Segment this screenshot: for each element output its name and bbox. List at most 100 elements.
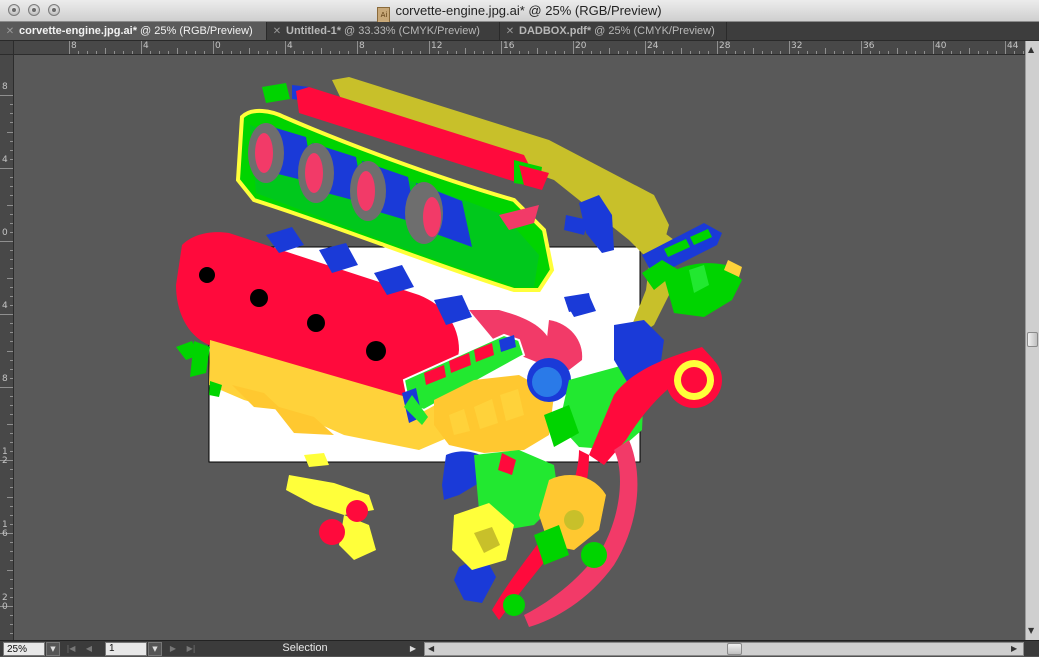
ruler-label: 0 (2, 228, 8, 238)
ruler-minor-tick (546, 51, 547, 54)
ruler-minor-tick (10, 377, 13, 379)
ruler-minor-tick (690, 51, 691, 54)
horizontal-scroll-thumb[interactable] (727, 643, 742, 655)
ruler-minor-tick (798, 51, 799, 54)
ruler-minor-tick (114, 51, 115, 54)
ruler-minor-tick (10, 505, 13, 507)
tab-suffix: @ 33.33% (CMYK/Preview) (341, 25, 480, 37)
ruler-minor-tick (10, 186, 13, 188)
tab-corvette-engine[interactable]: ✕ corvette-engine.jpg.ai* @ 25% (RGB/Prev… (0, 22, 267, 40)
tab-name: DADBOX.pdf* (519, 25, 592, 37)
ruler-minor-tick (240, 51, 241, 54)
green-tab-shape[interactable] (262, 83, 290, 103)
ruler-minor-tick (384, 51, 385, 54)
ruler-minor-tick (159, 51, 160, 54)
close-icon[interactable]: ✕ (271, 23, 283, 41)
status-bar: 25% ▼ |◀ ◀ 1 ▼ ▶ ▶| Selection ▶ ◀ ▶ (0, 640, 1039, 656)
ruler-origin[interactable] (0, 41, 14, 55)
ruler-minor-tick (699, 51, 700, 54)
ruler-minor-tick (618, 51, 619, 54)
tab-dadbox[interactable]: ✕ DADBOX.pdf* @ 25% (CMYK/Preview) (500, 22, 727, 40)
vertical-scroll-thumb[interactable] (1027, 332, 1038, 347)
page-number-field[interactable]: 1 (105, 642, 147, 656)
ruler-minor-tick (339, 51, 340, 54)
chevron-down-icon[interactable]: ▼ (46, 642, 60, 656)
ruler-minor-tick (762, 51, 763, 54)
ruler-minor-tick (582, 51, 583, 54)
vertical-ruler[interactable]: 8 4 0 4 8 12 16 20 (0, 55, 14, 640)
horizontal-scrollbar[interactable]: ◀ ▶ (424, 642, 1024, 656)
ruler-minor-tick (177, 48, 178, 54)
ruler-label: 40 (935, 41, 947, 51)
ruler-major-tick (501, 41, 502, 54)
ruler-minor-tick (348, 51, 349, 54)
scroll-down-icon[interactable]: ▼ (1028, 626, 1034, 635)
ruler-minor-tick (420, 51, 421, 54)
ruler-major-tick (0, 314, 13, 315)
ruler-minor-tick (411, 51, 412, 54)
ruler-minor-tick (10, 624, 13, 626)
first-page-icon[interactable]: |◀ (64, 642, 78, 656)
ruler-minor-tick (330, 51, 331, 54)
ruler-minor-tick (10, 487, 13, 489)
close-icon[interactable]: ✕ (504, 23, 516, 41)
ruler-minor-tick (10, 514, 13, 516)
current-tool-label[interactable]: Selection (205, 641, 405, 656)
ruler-major-tick (717, 41, 718, 54)
crank-pulley-hub (681, 367, 707, 393)
ruler-minor-tick (10, 332, 13, 334)
ruler-minor-tick (204, 51, 205, 54)
next-page-icon[interactable]: ▶ (166, 642, 180, 656)
window-title-text: corvette-engine.jpg.ai* @ 25% (RGB/Previ… (395, 3, 662, 18)
document-canvas[interactable] (14, 55, 1025, 640)
ruler-label: 16 (503, 41, 515, 51)
artwork[interactable] (14, 55, 1025, 640)
ruler-minor-tick (267, 51, 268, 54)
scroll-right-icon[interactable]: ▶ (1011, 643, 1017, 655)
ruler-minor-tick (609, 48, 610, 54)
tab-suffix: @ 25% (CMYK/Preview) (591, 25, 715, 37)
ruler-minor-tick (7, 423, 13, 425)
ruler-minor-tick (879, 51, 880, 54)
ruler-minor-tick (438, 51, 439, 54)
tab-untitled-1[interactable]: ✕ Untitled-1* @ 33.33% (CMYK/Preview) (267, 22, 500, 40)
ruler-label: 12 (431, 41, 443, 51)
ruler-minor-tick (105, 48, 106, 54)
prev-page-icon[interactable]: ◀ (82, 642, 96, 656)
ruler-minor-tick (654, 51, 655, 54)
ruler-minor-tick (96, 51, 97, 54)
horizontal-ruler[interactable]: 8 4 0 4 8 12 16 20 24 28 32 36 40 44 (14, 41, 1025, 55)
scroll-left-icon[interactable]: ◀ (428, 643, 434, 655)
ruler-minor-tick (10, 478, 13, 480)
close-icon[interactable]: ✕ (4, 23, 16, 41)
ruler-label: 4 (143, 41, 149, 51)
ruler-minor-tick (708, 51, 709, 54)
ruler-minor-tick (672, 51, 673, 54)
ruler-minor-tick (600, 51, 601, 54)
ruler-minor-tick (825, 48, 826, 54)
ruler-minor-tick (1023, 51, 1024, 54)
zoom-level-field[interactable]: 25% (3, 642, 45, 656)
ruler-minor-tick (10, 250, 13, 252)
ruler-minor-tick (1014, 51, 1015, 54)
ruler-minor-tick (960, 51, 961, 54)
ruler-minor-tick (969, 48, 970, 54)
chevron-down-icon[interactable]: ▼ (148, 642, 162, 656)
ruler-minor-tick (375, 51, 376, 54)
ruler-label: 8 (359, 41, 365, 51)
ruler-label: 20 (2, 593, 8, 612)
port-pink-4 (423, 197, 441, 237)
ruler-minor-tick (10, 304, 13, 306)
ruler-label: 32 (791, 41, 803, 51)
last-page-icon[interactable]: ▶| (184, 642, 198, 656)
vertical-scrollbar[interactable]: ▲ ▼ (1025, 41, 1039, 640)
ruler-minor-tick (906, 51, 907, 54)
ruler-minor-tick (7, 131, 13, 133)
valve-bolt-1 (199, 267, 215, 283)
ruler-major-tick (645, 41, 646, 54)
ruler-minor-tick (555, 51, 556, 54)
ruler-minor-tick (834, 51, 835, 54)
scroll-up-icon[interactable]: ▲ (1028, 45, 1034, 54)
ruler-minor-tick (366, 51, 367, 54)
status-menu-icon[interactable]: ▶ (406, 642, 420, 656)
